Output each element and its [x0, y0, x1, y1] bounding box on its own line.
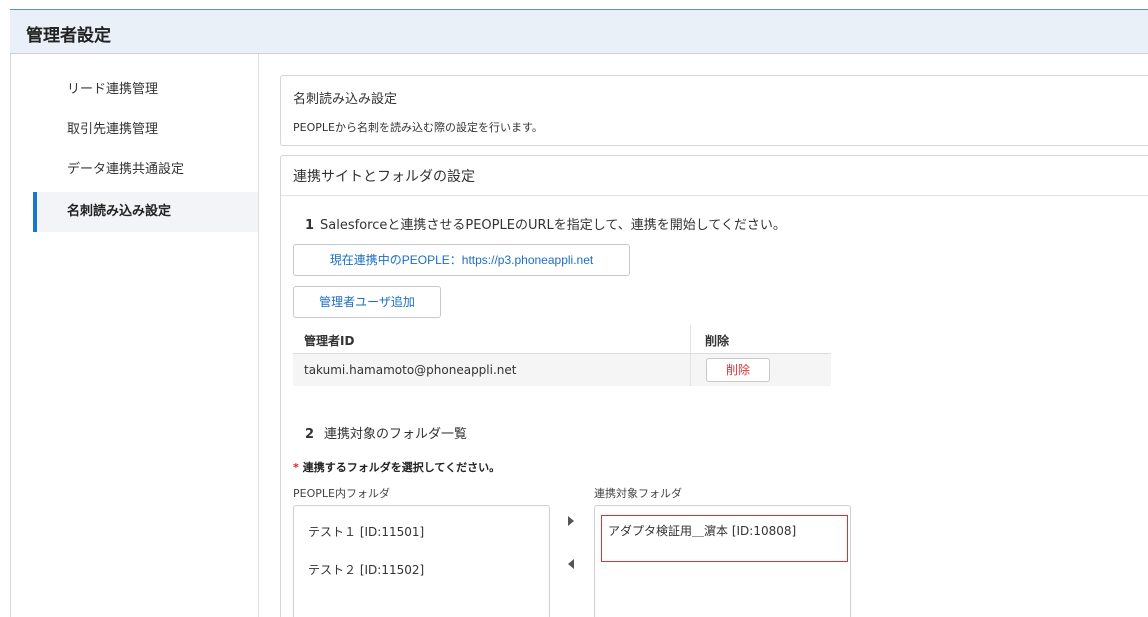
sidebar-item-data-sync-common[interactable]: データ連携共通設定 [33, 150, 258, 190]
page-title: 管理者設定 [26, 26, 111, 46]
required-star: * [293, 461, 299, 474]
column-divider [690, 325, 691, 386]
table-row: takumi.hamamoto@phoneappli.net 削除 [293, 354, 831, 386]
section-description: PEOPLEから名刺を読み込む際の設定を行います。 [293, 121, 543, 134]
sidebar-item-account-sync[interactable]: 取引先連携管理 [33, 110, 258, 150]
required-note: * 連携するフォルダを選択してください。 [293, 459, 500, 475]
admin-id-cell: takumi.hamamoto@phoneappli.net [304, 363, 517, 377]
selected-target-folder[interactable]: アダプタ検証用＿濵本 [ID:10808] [601, 515, 848, 562]
target-folder-label: 連携対象フォルダ [594, 487, 682, 500]
sidebar-divider [258, 54, 259, 617]
step-text: 連携対象のフォルダ一覧 [324, 427, 468, 442]
people-folder-list[interactable]: テスト１ [ID:11501] テスト２ [ID:11502] [293, 505, 550, 617]
step-1: 1 Salesforceと連携させるPEOPLEのURLを指定して、連携を開始して… [305, 214, 786, 233]
delete-button[interactable]: 削除 [706, 358, 770, 382]
left-border [10, 54, 11, 617]
section-title: 名刺読み込み設定 [293, 92, 398, 107]
step-number: 1 [305, 218, 315, 233]
required-note-text: 連携するフォルダを選択してください。 [302, 461, 501, 474]
column-header-delete: 削除 [705, 334, 730, 348]
move-right-icon[interactable] [568, 516, 574, 526]
page-header: 管理者設定 [10, 9, 1148, 54]
step-text: Salesforceと連携させるPEOPLEのURLを指定して、連携を開始してく… [320, 218, 786, 233]
list-item[interactable]: テスト２ [ID:11502] [308, 561, 424, 578]
sidebar-item-lead-sync[interactable]: リード連携管理 [33, 70, 258, 110]
step-number: 2 [305, 427, 315, 442]
column-header-admin-id: 管理者ID [304, 334, 355, 348]
add-admin-user-button[interactable]: 管理者ユーザ追加 [293, 286, 441, 318]
list-item[interactable]: テスト１ [ID:11501] [308, 523, 424, 540]
table-header: 管理者ID 削除 [293, 325, 831, 354]
sidebar-item-business-card-import[interactable]: 名刺読み込み設定 [33, 192, 258, 232]
current-people-button[interactable]: 現在連携中のPEOPLE：https://p3.phoneappli.net [293, 244, 630, 276]
people-folder-label: PEOPLE内フォルダ [293, 487, 390, 500]
panel-title: 連携サイトとフォルダの設定 [293, 169, 475, 185]
import-settings-panel: 名刺読み込み設定 PEOPLEから名刺を読み込む際の設定を行います。 [280, 75, 1148, 146]
move-left-icon[interactable] [568, 559, 574, 569]
step-2: 2 連携対象のフォルダ一覧 [305, 423, 467, 442]
panel-header: 連携サイトとフォルダの設定 [281, 156, 1148, 196]
